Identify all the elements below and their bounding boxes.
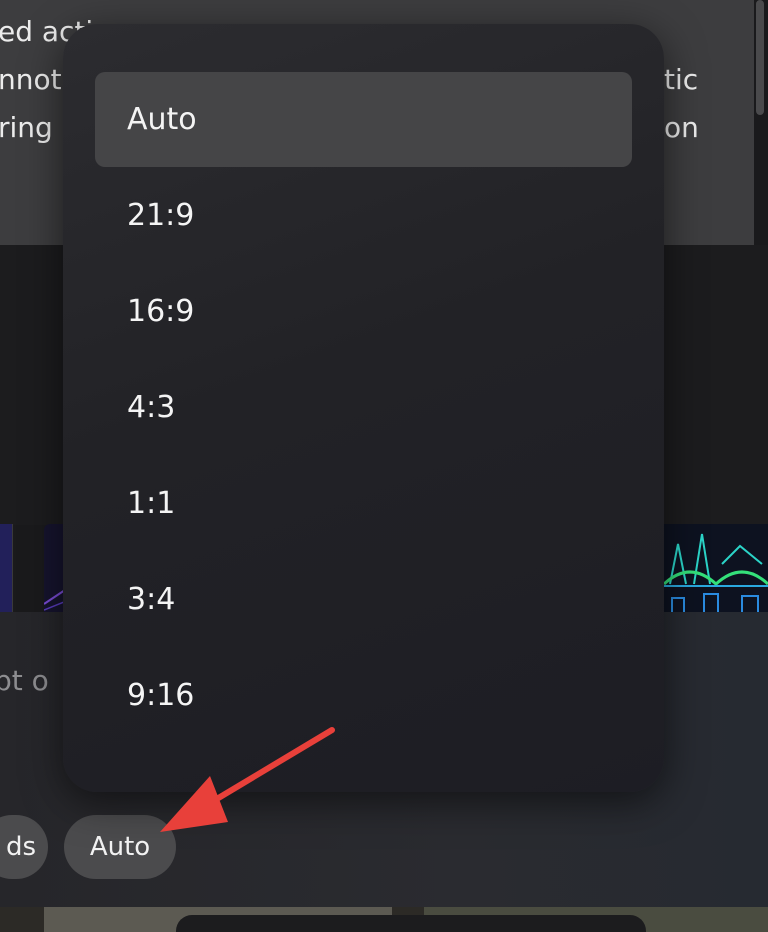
background-text-line: ring bbox=[0, 111, 53, 144]
screen: ed acti nnot ring tic on pt o ds Auto Au… bbox=[0, 0, 768, 932]
background-text-line: nnot bbox=[0, 63, 62, 96]
aspect-option-16-9[interactable]: 16:9 bbox=[95, 264, 632, 359]
background-scrollbar[interactable] bbox=[756, 0, 764, 115]
background-text-line: tic bbox=[664, 63, 699, 96]
background-text-line: on bbox=[664, 111, 699, 144]
composer-edge bbox=[176, 915, 646, 932]
gallery-thumbnail[interactable] bbox=[664, 524, 768, 614]
aspect-option-21-9[interactable]: 21:9 bbox=[95, 168, 632, 263]
aspect-option-9-16[interactable]: 9:16 bbox=[95, 648, 632, 743]
aspect-option-4-3[interactable]: 4:3 bbox=[95, 360, 632, 455]
gallery-thumbnail[interactable] bbox=[0, 524, 13, 614]
city-skyline-image bbox=[664, 533, 768, 614]
aspect-option-auto[interactable]: Auto bbox=[95, 72, 632, 167]
aspect-option-1-1[interactable]: 1:1 bbox=[95, 456, 632, 551]
prompt-input-placeholder[interactable]: pt o bbox=[0, 664, 49, 697]
aspect-ratio-chip[interactable]: Auto bbox=[64, 815, 176, 879]
aspect-ratio-dropdown: Auto 21:9 16:9 4:3 1:1 3:4 9:16 bbox=[63, 24, 664, 792]
aspect-option-3-4[interactable]: 3:4 bbox=[95, 552, 632, 647]
